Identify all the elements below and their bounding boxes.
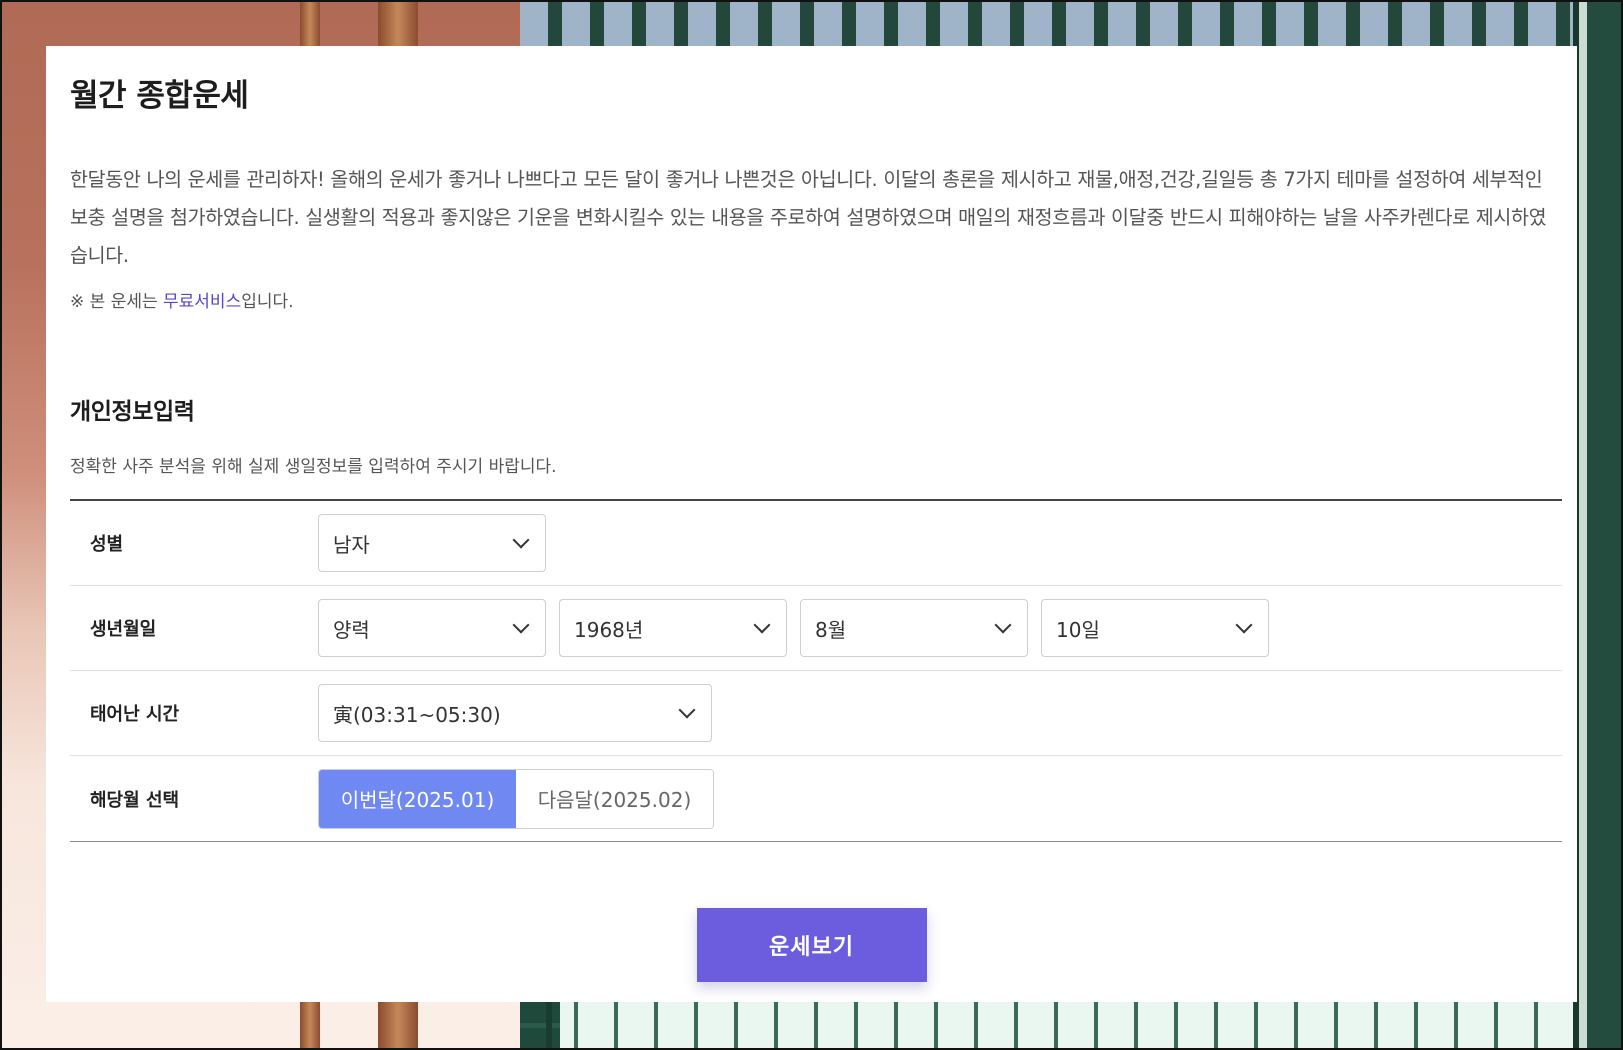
birthdate-label: 생년월일 [90, 619, 157, 640]
background-lattice-top [520, 0, 1623, 46]
fortune-card: 월간 종합운세 한달동안 나의 운세를 관리하자! 올해의 운세가 좋거나 나쁘… [46, 46, 1577, 1002]
birth-day-value: 10일 [1056, 617, 1100, 642]
target-month-toggle: 이번달(2025.01) 다음달(2025.02) [318, 768, 714, 829]
page-title: 월간 종합운세 [70, 78, 249, 114]
background-lattice-bottom [560, 1000, 1623, 1050]
birth-time-value: 寅(03:31~05:30) [333, 702, 501, 727]
intro-text: 한달동안 나의 운세를 관리하자! 올해의 운세가 좋거나 나쁘다고 모든 달이… [70, 168, 1547, 267]
chevron-down-icon [512, 531, 530, 549]
notice-prefix: ※ 본 운세는 [70, 292, 164, 312]
birth-month-value: 8월 [815, 617, 847, 642]
birth-time-row: 태어난 시간 寅(03:31~05:30) [70, 671, 1562, 756]
birthdate-row: 생년월일 양력 1968년 8월 10일 [70, 586, 1562, 671]
chevron-down-icon [994, 616, 1012, 634]
chevron-down-icon [512, 616, 530, 634]
chevron-down-icon [1235, 616, 1253, 634]
gender-value: 남자 [333, 532, 370, 557]
birth-year-select[interactable]: 1968년 [559, 599, 787, 657]
target-month-label: 해당월 선택 [90, 789, 180, 811]
background-post [1573, 0, 1623, 1050]
personal-info-description: 정확한 사주 분석을 위해 실제 생일정보를 입력하여 주시기 바랍니다. [70, 457, 557, 477]
this-month-option[interactable]: 이번달(2025.01) [319, 769, 516, 828]
birth-time-label: 태어난 시간 [90, 704, 180, 725]
gender-row: 성별 남자 [70, 501, 1562, 586]
calendar-type-select[interactable]: 양력 [318, 599, 546, 657]
birth-day-select[interactable]: 10일 [1041, 599, 1269, 657]
notice-suffix: 입니다. [241, 292, 294, 312]
view-fortune-button[interactable]: 운세보기 [696, 908, 927, 982]
chevron-down-icon [678, 701, 696, 719]
personal-info-title: 개인정보입력 [70, 399, 195, 425]
free-service-notice: ※ 본 운세는 무료서비스입니다. [70, 287, 1555, 312]
free-service-label: 무료서비스 [163, 292, 242, 312]
gender-label: 성별 [90, 534, 124, 555]
birth-month-select[interactable]: 8월 [800, 599, 1028, 657]
calendar-type-value: 양력 [333, 617, 370, 642]
personal-info-form: 성별 남자 생년월일 양력 1968년 8월 10일 태어난 시간 寅(03:3… [70, 499, 1562, 842]
gender-select[interactable]: 남자 [318, 514, 546, 572]
chevron-down-icon [753, 616, 771, 634]
birth-time-select[interactable]: 寅(03:31~05:30) [318, 684, 712, 742]
next-month-option[interactable]: 다음달(2025.02) [516, 769, 713, 828]
target-month-row: 해당월 선택 이번달(2025.01) 다음달(2025.02) [70, 756, 1562, 841]
birth-year-value: 1968년 [574, 617, 644, 642]
